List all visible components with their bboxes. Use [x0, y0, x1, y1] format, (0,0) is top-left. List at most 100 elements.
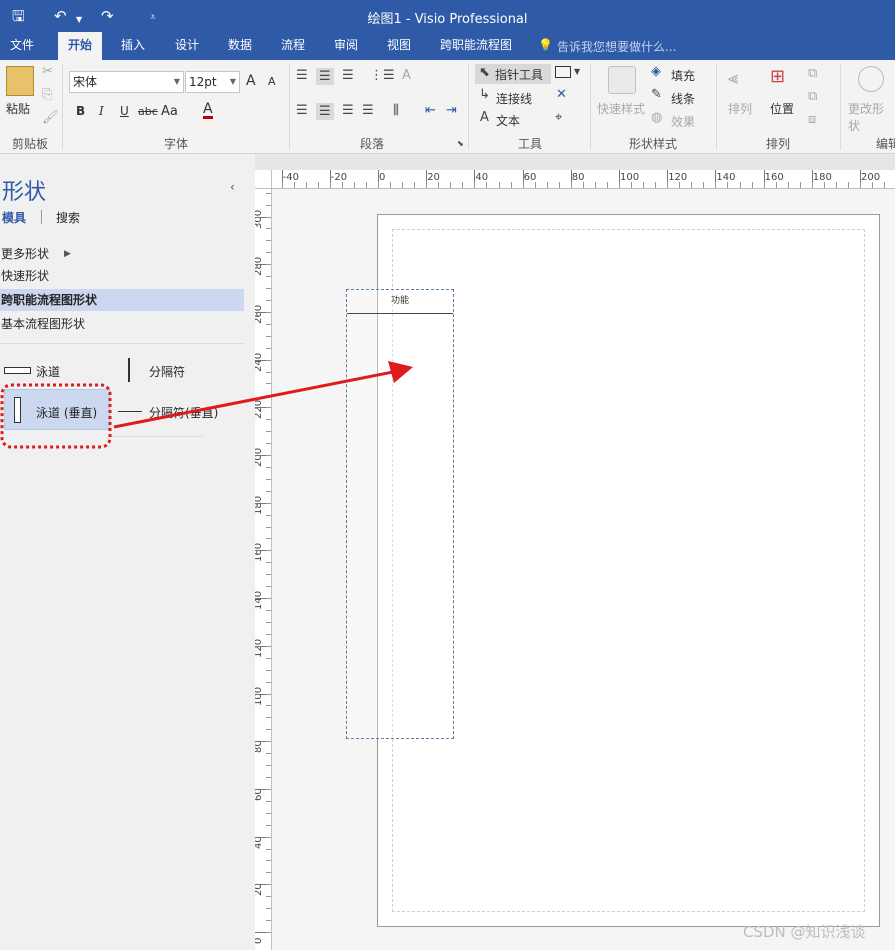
font-color-button[interactable]: A: [203, 102, 213, 119]
swimlane-header[interactable]: 功能: [347, 290, 453, 314]
vertical-ruler[interactable]: 300 280 260 240 220 200 180 160 140 120 100 80 60 40 2…: [255, 189, 272, 950]
group-icon[interactable]: ⧈: [808, 112, 816, 127]
quick-styles-button[interactable]: 快速样式: [597, 100, 645, 117]
ruler-tick-label: 200: [255, 447, 264, 467]
tab-view[interactable]: 视图: [377, 32, 421, 60]
tab-process[interactable]: 流程: [271, 32, 315, 60]
align-right-icon[interactable]: ☰: [342, 103, 354, 118]
pointer-tool-button[interactable]: ⬉ 指针工具: [475, 64, 551, 84]
ruler-minor-tick: [414, 182, 416, 188]
font-family-select[interactable]: 宋体 ▼: [69, 71, 184, 93]
ruler-minor-tick: [266, 550, 271, 552]
pointer-icon: ⬉: [479, 65, 490, 80]
ruler-minor-tick: [266, 478, 271, 480]
separator-icon[interactable]: [128, 358, 130, 382]
rectangle-icon[interactable]: [555, 66, 571, 78]
divider: [590, 64, 591, 150]
ruler-minor-tick: [655, 182, 657, 188]
font-size-select[interactable]: 12pt ▼: [185, 71, 240, 93]
tab-insert[interactable]: 插入: [111, 32, 155, 60]
format-painter-icon[interactable]: 🖌: [42, 110, 59, 125]
separator-shape[interactable]: 分隔符: [149, 363, 185, 380]
change-shape-icon[interactable]: [858, 66, 884, 92]
separator-vertical-icon[interactable]: [118, 411, 142, 412]
bring-forward-icon[interactable]: ⧉: [808, 66, 817, 81]
swimlane-shape[interactable]: 泳道: [36, 363, 60, 380]
basic-flowchart-shapes-item[interactable]: 基本流程图形状: [0, 313, 244, 335]
align-middle-icon[interactable]: ☰: [316, 68, 334, 85]
quick-shapes-item[interactable]: 快速形状: [0, 265, 244, 287]
change-shape-button[interactable]: 更改形状: [848, 100, 895, 134]
tab-home[interactable]: 开始: [58, 32, 103, 60]
ruler-minor-tick: [281, 182, 283, 188]
decrease-indent-icon[interactable]: ⇤: [425, 103, 436, 118]
more-shapes-item[interactable]: 更多形状 ▶: [0, 243, 244, 265]
chevron-down-icon[interactable]: ▼: [574, 67, 580, 76]
align-top-icon[interactable]: ☰: [296, 68, 308, 83]
ruler-minor-tick: [266, 371, 271, 373]
copy-icon[interactable]: ⎘: [42, 87, 52, 102]
justify-icon[interactable]: ☰: [362, 103, 374, 118]
ruler-minor-tick: [763, 182, 765, 188]
line-button[interactable]: 线条: [671, 90, 695, 107]
fill-button[interactable]: 填充: [671, 67, 695, 84]
tab-cross-functional[interactable]: 跨职能流程图: [430, 32, 522, 60]
align-left-icon[interactable]: ☰: [296, 103, 308, 118]
position-button[interactable]: 位置: [770, 100, 794, 117]
text-tool-button[interactable]: 文本: [496, 112, 520, 129]
increase-indent-icon[interactable]: ⇥: [446, 103, 457, 118]
text-direction-icon[interactable]: A: [402, 68, 411, 83]
ruler-minor-tick: [266, 610, 271, 612]
close-icon[interactable]: ✕: [556, 87, 567, 102]
ruler-minor-tick: [266, 824, 271, 826]
swimlane-shape-on-canvas[interactable]: 功能: [346, 289, 454, 739]
align-shapes-icon[interactable]: ⫷: [728, 68, 738, 89]
cut-icon[interactable]: ✂: [42, 64, 53, 79]
divider: [289, 64, 290, 150]
collapse-pane-icon[interactable]: ‹: [230, 180, 235, 194]
ruler-tick-label: 160: [255, 543, 264, 563]
tab-design[interactable]: 设计: [165, 32, 209, 60]
tab-review[interactable]: 审阅: [324, 32, 368, 60]
shrink-font-button[interactable]: A: [268, 75, 276, 88]
align-bottom-icon[interactable]: ☰: [342, 68, 354, 83]
change-case-button[interactable]: Aa: [161, 104, 178, 119]
tab-file[interactable]: 文件: [0, 32, 44, 60]
swimlane-icon[interactable]: [4, 367, 31, 374]
separator-vertical-shape[interactable]: 分隔符(垂直): [149, 404, 218, 421]
underline-button[interactable]: U: [120, 104, 129, 118]
text-block-icon[interactable]: ⫼: [393, 103, 399, 118]
grow-font-button[interactable]: A: [246, 73, 256, 89]
align-center-icon[interactable]: ☰: [316, 103, 334, 120]
horizontal-ruler[interactable]: -40 -20 0 20 40 60 80 100 120 140 160 180 200: [272, 170, 895, 189]
connection-point-icon[interactable]: ⌖: [555, 110, 562, 125]
ruler-minor-tick: [643, 182, 645, 188]
bullets-icon[interactable]: ⋮☰: [370, 68, 395, 83]
quick-styles-icon[interactable]: [608, 66, 636, 94]
send-backward-icon[interactable]: ⧉: [808, 89, 817, 104]
ruler-minor-tick: [266, 443, 271, 445]
ruler-minor-tick: [266, 681, 271, 683]
paste-button[interactable]: 粘贴: [6, 100, 30, 117]
effects-button[interactable]: 效果: [671, 113, 695, 130]
dialog-launcher-icon[interactable]: ⬊: [457, 139, 464, 148]
ruler-minor-tick: [486, 182, 488, 188]
ruler-minor-tick: [266, 431, 271, 433]
paste-icon[interactable]: [6, 66, 34, 96]
strikethrough-button[interactable]: abc: [138, 105, 158, 118]
connector-button[interactable]: 连接线: [496, 90, 532, 107]
bold-button[interactable]: B: [76, 104, 85, 118]
pointer-tool-label: 指针工具: [495, 68, 544, 82]
cross-functional-shapes-item[interactable]: 跨职能流程图形状: [0, 289, 244, 311]
align-button[interactable]: 排列: [728, 100, 752, 117]
tab-stencils[interactable]: 模具: [2, 209, 26, 226]
tab-search[interactable]: 搜索: [56, 209, 80, 226]
tell-me-box[interactable]: 告诉我您想要做什么...: [557, 38, 676, 55]
position-icon[interactable]: ⊞: [770, 66, 785, 87]
ruler-minor-tick: [329, 182, 331, 188]
ruler-minor-tick: [266, 657, 271, 659]
more-shapes-label: 更多形状: [1, 247, 50, 261]
tab-data[interactable]: 数据: [218, 32, 262, 60]
ruler-minor-tick: [558, 182, 560, 188]
italic-button[interactable]: I: [99, 104, 104, 118]
